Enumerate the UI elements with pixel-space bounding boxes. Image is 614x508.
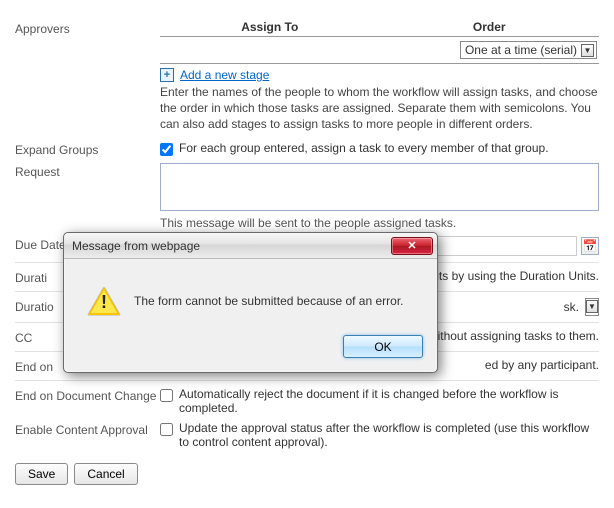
content-approval-text: Update the approval status after the wor…: [179, 421, 599, 449]
cancel-button[interactable]: Cancel: [74, 463, 137, 485]
chevron-down-icon: ▼: [581, 44, 594, 57]
duration-per-text-fragment: nits by using the Duration Units.: [430, 269, 599, 283]
duration-units-text-fragment: sk.: [564, 300, 579, 314]
end-on-change-text: Automatically reject the document if it …: [179, 387, 599, 415]
content-approval-checkbox[interactable]: [160, 423, 173, 436]
add-stage-link[interactable]: Add a new stage: [180, 68, 269, 82]
approvers-table-header: Assign To Order: [160, 20, 599, 37]
expand-groups-text: For each group entered, assign a task to…: [179, 141, 549, 155]
order-header: Order: [380, 20, 600, 36]
request-hint: This message will be sent to the people …: [160, 216, 599, 230]
dialog-ok-button[interactable]: OK: [343, 335, 423, 358]
warning-icon: !: [88, 287, 120, 315]
expand-groups-label: Expand Groups: [15, 141, 160, 157]
end-on-rejection-text-fragment: ed by any participant.: [485, 358, 599, 372]
dialog-close-button[interactable]: ✕: [391, 237, 433, 255]
duration-units-dropdown[interactable]: ▼: [585, 298, 599, 316]
order-dropdown-value: One at a time (serial): [465, 43, 577, 57]
content-approval-label: Enable Content Approval: [15, 421, 160, 437]
dialog-title: Message from webpage: [72, 239, 200, 253]
expand-groups-checkbox[interactable]: [160, 143, 173, 156]
chevron-down-icon: ▼: [586, 300, 598, 313]
close-icon: ✕: [407, 239, 416, 252]
calendar-icon[interactable]: [581, 237, 599, 255]
request-label: Request: [15, 163, 160, 179]
approvers-label: Approvers: [15, 20, 160, 36]
error-dialog: Message from webpage ✕ ! The form cannot…: [63, 232, 438, 373]
plus-icon: +: [160, 68, 174, 82]
order-dropdown[interactable]: One at a time (serial) ▼: [460, 41, 597, 59]
end-on-change-checkbox[interactable]: [160, 389, 173, 402]
assign-to-header: Assign To: [160, 20, 380, 36]
approvers-description: Enter the names of the people to whom th…: [160, 84, 599, 133]
save-button[interactable]: Save: [15, 463, 68, 485]
request-textarea[interactable]: [160, 163, 599, 211]
end-on-change-label: End on Document Change: [15, 387, 160, 403]
dialog-message: The form cannot be submitted because of …: [134, 294, 403, 308]
